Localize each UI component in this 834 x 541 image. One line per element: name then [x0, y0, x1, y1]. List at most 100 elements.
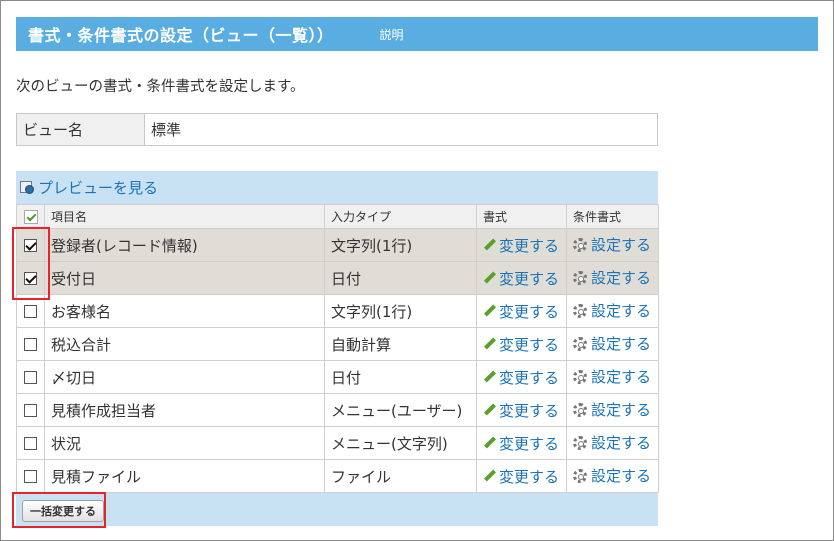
set-conditional-link[interactable]: 設定する [573, 300, 651, 321]
change-format-link[interactable]: 変更する [483, 334, 559, 355]
table-row: 見積作成担当者 メニュー(ユーザー) 変更する 設定する [16, 393, 659, 427]
gear-icon [573, 369, 587, 384]
format-cell: 変更する [476, 393, 567, 427]
format-cell: 変更する [476, 261, 567, 295]
conditional-cell: 設定する [566, 261, 659, 295]
change-format-label: 変更する [499, 467, 560, 486]
preview-link[interactable]: プレビューを見る [20, 177, 158, 197]
change-format-label: 変更する [499, 302, 560, 321]
column-header-format: 書式 [476, 204, 567, 229]
row-checkbox-cell [16, 261, 45, 295]
column-header-type: 入力タイプ [324, 204, 477, 229]
set-conditional-label: 設定する [591, 302, 652, 321]
row-checkbox[interactable] [24, 437, 37, 450]
help-link[interactable]: 説明 [380, 26, 404, 43]
set-conditional-label: 設定する [591, 401, 652, 420]
conditional-cell: 設定する [566, 327, 659, 361]
pencil-icon [483, 470, 495, 482]
row-checkbox[interactable] [24, 470, 37, 483]
set-conditional-link[interactable]: 設定する [573, 465, 651, 486]
intro-text: 次のビューの書式・条件書式を設定します。 [16, 79, 305, 95]
set-conditional-link[interactable]: 設定する [573, 267, 651, 288]
bulk-change-button[interactable]: 一括変更する [22, 500, 104, 522]
row-checkbox-cell [16, 459, 45, 493]
change-format-label: 変更する [499, 236, 560, 255]
gear-icon [573, 237, 587, 252]
conditional-cell: 設定する [566, 360, 659, 394]
field-table: 項目名 入力タイプ 書式 条件書式 登録者(レコード情報) 文字列(1行) 変更する… [16, 204, 659, 493]
table-row: 状況 メニュー(文字列) 変更する 設定する [16, 426, 659, 460]
pencil-icon [483, 371, 495, 383]
preview-label: プレビューを見る [38, 178, 159, 197]
change-format-link[interactable]: 変更する [483, 235, 559, 256]
change-format-label: 変更する [499, 401, 560, 420]
conditional-cell: 設定する [566, 393, 659, 427]
row-checkbox[interactable] [24, 305, 37, 318]
set-conditional-label: 設定する [591, 269, 652, 288]
view-name-row: ビュー名 標準 [16, 113, 658, 146]
field-type: 文字列(1行) [324, 294, 477, 328]
gear-icon [573, 336, 587, 351]
table-header-row: 項目名 入力タイプ 書式 条件書式 [16, 204, 659, 229]
field-name: 税込合計 [44, 327, 325, 361]
gear-icon [573, 303, 587, 318]
conditional-cell: 設定する [566, 294, 659, 328]
field-name: 〆切日 [44, 360, 325, 394]
row-checkbox[interactable] [24, 338, 37, 351]
row-checkbox[interactable] [24, 371, 37, 384]
change-format-link[interactable]: 変更する [483, 466, 559, 487]
field-type: メニュー(文字列) [324, 426, 477, 460]
table-row: 税込合計 自動計算 変更する 設定する [16, 327, 659, 361]
row-checkbox-cell [16, 426, 45, 460]
field-type: 日付 [324, 261, 477, 295]
change-format-link[interactable]: 変更する [483, 301, 559, 322]
column-header-conditional: 条件書式 [566, 204, 659, 229]
pencil-icon [483, 404, 495, 416]
set-conditional-link[interactable]: 設定する [573, 366, 651, 387]
field-type: ファイル [324, 459, 477, 493]
row-checkbox[interactable] [24, 404, 37, 417]
format-cell: 変更する [476, 294, 567, 328]
field-type: 文字列(1行) [324, 228, 477, 262]
format-cell: 変更する [476, 327, 567, 361]
set-conditional-link[interactable]: 設定する [573, 234, 651, 255]
gear-icon [573, 402, 587, 417]
pencil-icon [483, 305, 495, 317]
field-type: 自動計算 [324, 327, 477, 361]
view-name-label: ビュー名 [17, 114, 145, 145]
set-conditional-link[interactable]: 設定する [573, 333, 651, 354]
row-checkbox[interactable] [24, 272, 37, 285]
format-panel: プレビューを見る 項目名 入力タイプ 書式 条件書式 登録者(レコード情報) 文字… [16, 171, 659, 526]
table-row: 見積ファイル ファイル 変更する 設定する [16, 459, 659, 493]
table-row: 受付日 日付 変更する 設定する [16, 261, 659, 295]
field-type: メニュー(ユーザー) [324, 393, 477, 427]
page-title: 書式・条件書式の設定（ビュー（一覧）） [28, 26, 334, 45]
field-name: 受付日 [44, 261, 325, 295]
set-conditional-link[interactable]: 設定する [573, 399, 651, 420]
change-format-link[interactable]: 変更する [483, 367, 559, 388]
field-type: 日付 [324, 360, 477, 394]
select-all-checkbox[interactable] [23, 209, 38, 224]
conditional-cell: 設定する [566, 426, 659, 460]
format-cell: 変更する [476, 228, 567, 262]
row-checkbox[interactable] [24, 239, 37, 252]
set-conditional-link[interactable]: 設定する [573, 432, 651, 453]
change-format-label: 変更する [499, 434, 560, 453]
set-conditional-label: 設定する [591, 236, 652, 255]
view-name-value: 標準 [151, 121, 182, 139]
format-cell: 変更する [476, 360, 567, 394]
gear-icon [573, 435, 587, 450]
row-checkbox-cell [16, 228, 45, 262]
set-conditional-label: 設定する [591, 467, 652, 486]
change-format-label: 変更する [499, 269, 560, 288]
preview-magnifier-icon [20, 179, 36, 195]
set-conditional-label: 設定する [591, 335, 652, 354]
change-format-link[interactable]: 変更する [483, 433, 559, 454]
change-format-link[interactable]: 変更する [483, 268, 559, 289]
pencil-icon [483, 338, 495, 350]
format-cell: 変更する [476, 459, 567, 493]
change-format-label: 変更する [499, 368, 560, 387]
pencil-icon [483, 272, 495, 284]
change-format-link[interactable]: 変更する [483, 400, 559, 421]
gear-icon [573, 270, 587, 285]
